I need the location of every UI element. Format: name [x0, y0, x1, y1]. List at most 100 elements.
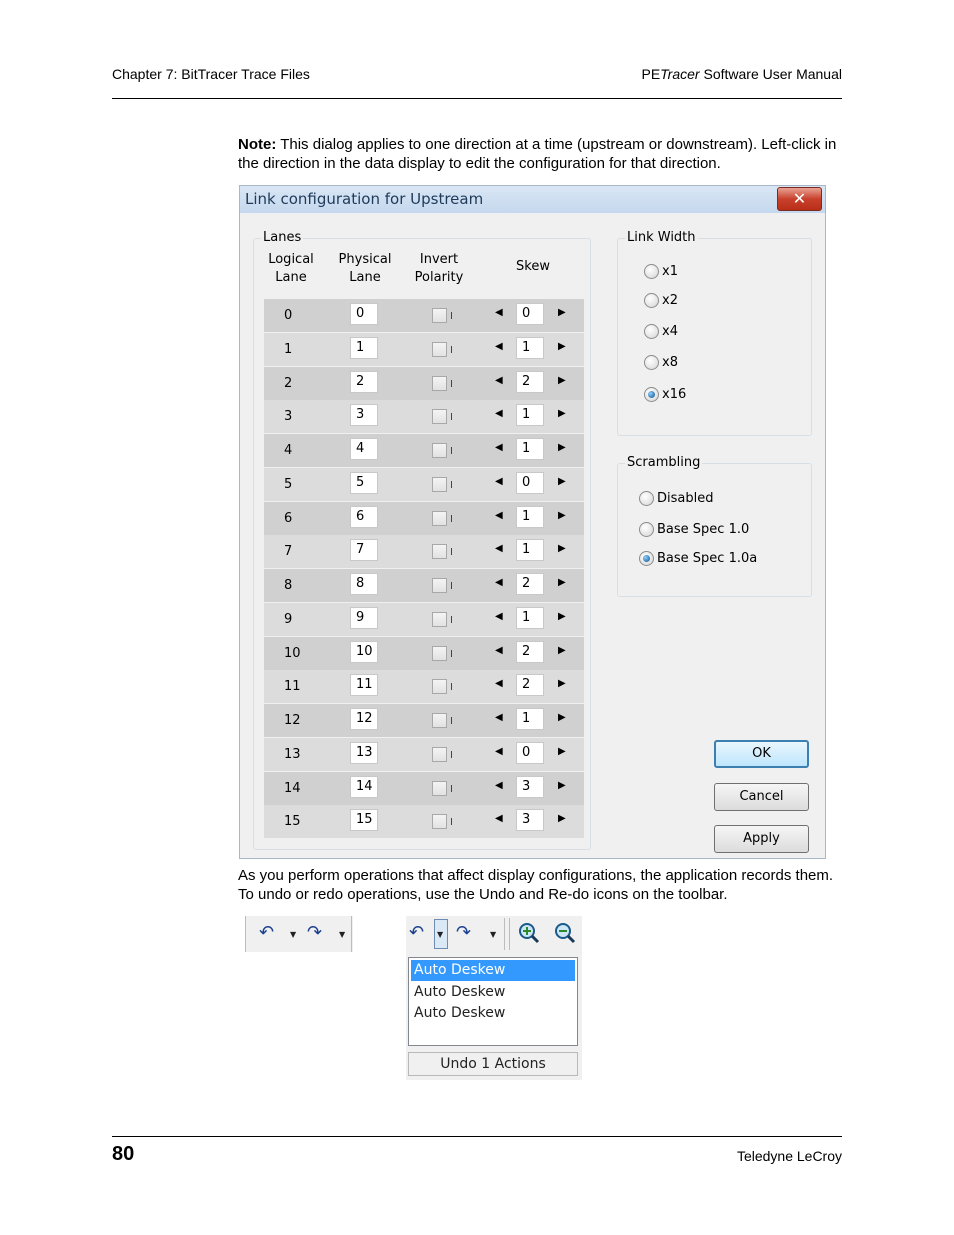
invert-polarity-checkbox[interactable]	[432, 443, 447, 458]
invert-polarity-checkbox[interactable]	[432, 544, 447, 560]
close-button[interactable]: ✕	[777, 187, 822, 211]
physical-lane-input[interactable]: 15	[350, 809, 378, 832]
skew-increase-icon[interactable]: ▶	[558, 307, 566, 318]
physical-lane-input[interactable]: 5	[350, 471, 378, 494]
undo-dropdown-button[interactable]: ▼	[434, 919, 448, 949]
invert-polarity-checkbox[interactable]	[432, 679, 447, 695]
skew-decrease-icon[interactable]: ◀	[495, 712, 503, 723]
physical-lane-input[interactable]: 2	[350, 370, 378, 393]
redo-dropdown-icon[interactable]: ▼	[339, 930, 345, 939]
skew-decrease-icon[interactable]: ◀	[495, 408, 503, 419]
physical-lane-input[interactable]: 11	[350, 674, 378, 697]
skew-decrease-icon[interactable]: ◀	[495, 341, 503, 352]
skew-increase-icon[interactable]: ▶	[558, 442, 566, 453]
skew-decrease-icon[interactable]: ◀	[495, 645, 503, 656]
physical-lane-input[interactable]: 6	[350, 505, 378, 528]
skew-input[interactable]: 1	[516, 404, 544, 427]
physical-lane-input[interactable]: 3	[350, 404, 378, 427]
physical-lane-input[interactable]: 9	[350, 606, 378, 629]
invert-polarity-checkbox[interactable]	[432, 578, 447, 593]
redo-icon[interactable]: ↷	[456, 922, 471, 943]
ok-button[interactable]: OK	[714, 740, 809, 768]
link-width-radio[interactable]: x16	[644, 387, 686, 407]
skew-increase-icon[interactable]: ▶	[558, 611, 566, 622]
apply-button[interactable]: Apply	[714, 825, 809, 853]
skew-input[interactable]: 1	[516, 606, 544, 629]
skew-increase-icon[interactable]: ▶	[558, 476, 566, 487]
skew-input[interactable]: 0	[516, 741, 544, 764]
skew-decrease-icon[interactable]: ◀	[495, 442, 503, 453]
skew-decrease-icon[interactable]: ◀	[495, 510, 503, 521]
physical-lane-input[interactable]: 4	[350, 438, 378, 460]
skew-increase-icon[interactable]: ▶	[558, 678, 566, 689]
skew-increase-icon[interactable]: ▶	[558, 645, 566, 656]
invert-polarity-checkbox[interactable]	[432, 645, 447, 661]
link-width-radio[interactable]: x4	[644, 324, 678, 344]
skew-decrease-icon[interactable]: ◀	[495, 813, 503, 824]
physical-lane-input[interactable]: 8	[350, 573, 378, 595]
skew-increase-icon[interactable]: ▶	[558, 780, 566, 791]
undo-history-item[interactable]: Auto Deskew	[411, 982, 575, 1003]
physical-lane-input[interactable]: 7	[350, 539, 378, 562]
undo-dropdown-icon[interactable]: ▼	[290, 930, 296, 939]
zoom-out-icon[interactable]	[553, 921, 577, 945]
skew-increase-icon[interactable]: ▶	[558, 341, 566, 352]
skew-decrease-icon[interactable]: ◀	[495, 678, 503, 689]
physical-lane-input[interactable]: 13	[350, 741, 378, 764]
skew-input[interactable]: 3	[516, 809, 544, 832]
undo-icon[interactable]: ↶	[409, 922, 424, 943]
redo-icon[interactable]: ↷	[307, 922, 322, 943]
physical-lane-input[interactable]: 10	[350, 640, 378, 663]
scrambling-radio[interactable]: Base Spec 1.0a	[639, 551, 757, 571]
invert-polarity-checkbox[interactable]	[432, 409, 447, 425]
skew-increase-icon[interactable]: ▶	[558, 712, 566, 723]
skew-input[interactable]: 1	[516, 505, 544, 528]
skew-decrease-icon[interactable]: ◀	[495, 611, 503, 622]
skew-decrease-icon[interactable]: ◀	[495, 476, 503, 487]
link-width-radio[interactable]: x2	[644, 293, 678, 313]
skew-input[interactable]: 1	[516, 438, 544, 460]
undo-history-item[interactable]: Auto Deskew	[411, 1003, 575, 1024]
invert-polarity-checkbox[interactable]	[432, 814, 447, 830]
invert-polarity-checkbox[interactable]	[432, 611, 447, 627]
redo-dropdown-icon[interactable]: ▼	[490, 930, 496, 939]
skew-increase-icon[interactable]: ▶	[558, 813, 566, 824]
skew-increase-icon[interactable]: ▶	[558, 577, 566, 588]
skew-decrease-icon[interactable]: ◀	[495, 375, 503, 386]
scrambling-radio[interactable]: Base Spec 1.0	[639, 522, 749, 542]
skew-decrease-icon[interactable]: ◀	[495, 543, 503, 554]
skew-increase-icon[interactable]: ▶	[558, 408, 566, 419]
skew-decrease-icon[interactable]: ◀	[495, 307, 503, 318]
invert-polarity-checkbox[interactable]	[432, 476, 447, 492]
skew-increase-icon[interactable]: ▶	[558, 543, 566, 554]
skew-input[interactable]: 1	[516, 539, 544, 562]
link-width-radio[interactable]: x1	[644, 264, 678, 284]
skew-input[interactable]: 3	[516, 775, 544, 798]
skew-input[interactable]: 2	[516, 370, 544, 393]
physical-lane-input[interactable]: 1	[350, 336, 378, 359]
skew-input[interactable]: 0	[516, 471, 544, 494]
invert-polarity-checkbox[interactable]	[432, 375, 447, 391]
skew-decrease-icon[interactable]: ◀	[495, 780, 503, 791]
zoom-in-icon[interactable]	[517, 921, 541, 945]
invert-polarity-checkbox[interactable]	[432, 510, 447, 526]
invert-polarity-checkbox[interactable]	[432, 780, 447, 796]
invert-polarity-checkbox[interactable]	[432, 713, 447, 728]
undo-history-list[interactable]: Auto Deskew Auto Deskew Auto Deskew	[408, 957, 578, 1046]
skew-increase-icon[interactable]: ▶	[558, 510, 566, 521]
skew-decrease-icon[interactable]: ◀	[495, 746, 503, 757]
invert-polarity-checkbox[interactable]	[432, 308, 447, 323]
undo-icon[interactable]: ↶	[259, 922, 274, 943]
skew-input[interactable]: 0	[516, 303, 544, 325]
skew-increase-icon[interactable]: ▶	[558, 375, 566, 386]
undo-history-item[interactable]: Auto Deskew	[411, 960, 575, 981]
invert-polarity-checkbox[interactable]	[432, 341, 447, 357]
physical-lane-input[interactable]: 0	[350, 303, 378, 325]
scrambling-radio[interactable]: Disabled	[639, 491, 713, 511]
skew-input[interactable]: 2	[516, 640, 544, 663]
skew-input[interactable]: 1	[516, 336, 544, 359]
skew-input[interactable]: 2	[516, 573, 544, 595]
invert-polarity-checkbox[interactable]	[432, 746, 447, 762]
physical-lane-input[interactable]: 12	[350, 708, 378, 730]
link-width-radio[interactable]: x8	[644, 355, 678, 375]
